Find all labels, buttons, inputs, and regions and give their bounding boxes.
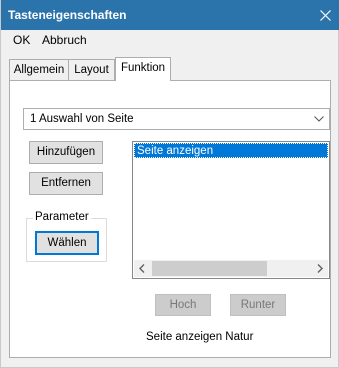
window-title: Tasteneigenschaften <box>8 8 127 22</box>
add-button[interactable]: Hinzufügen <box>29 141 103 164</box>
scrollbar-thumb[interactable] <box>152 261 267 276</box>
dialog-window: Tasteneigenschaften OK Abbruch Allgemein… <box>0 0 339 368</box>
tab-allgemein[interactable]: Allgemein <box>9 59 69 80</box>
tab-funktion[interactable]: Funktion <box>115 57 171 81</box>
list-item[interactable]: Seite anzeigen <box>134 143 328 158</box>
scroll-right-icon[interactable] <box>311 260 328 277</box>
function-select[interactable]: 1 Auswahl von Seite <box>23 108 330 130</box>
scroll-left-icon[interactable] <box>134 260 151 277</box>
move-up-button[interactable]: Hoch <box>155 294 211 316</box>
function-select-value: 1 Auswahl von Seite <box>30 113 134 125</box>
menu-item-abort[interactable]: Abbruch <box>42 33 87 47</box>
function-description: Seite anzeigen Natur <box>146 331 254 343</box>
parameter-group-label: Parameter <box>33 211 91 223</box>
move-down-button[interactable]: Runter <box>230 294 286 316</box>
function-list[interactable]: Seite anzeigen <box>132 141 330 279</box>
close-icon <box>320 10 331 21</box>
title-bar: Tasteneigenschaften <box>1 0 339 30</box>
remove-button[interactable]: Entfernen <box>29 172 103 195</box>
horizontal-scrollbar[interactable] <box>134 260 328 277</box>
menu-bar: OK Abbruch <box>1 30 339 50</box>
tab-layout[interactable]: Layout <box>68 59 115 80</box>
close-button[interactable] <box>310 0 339 30</box>
chevron-down-icon <box>314 116 324 122</box>
choose-button[interactable]: Wählen <box>35 231 99 255</box>
menu-item-ok[interactable]: OK <box>13 33 30 47</box>
